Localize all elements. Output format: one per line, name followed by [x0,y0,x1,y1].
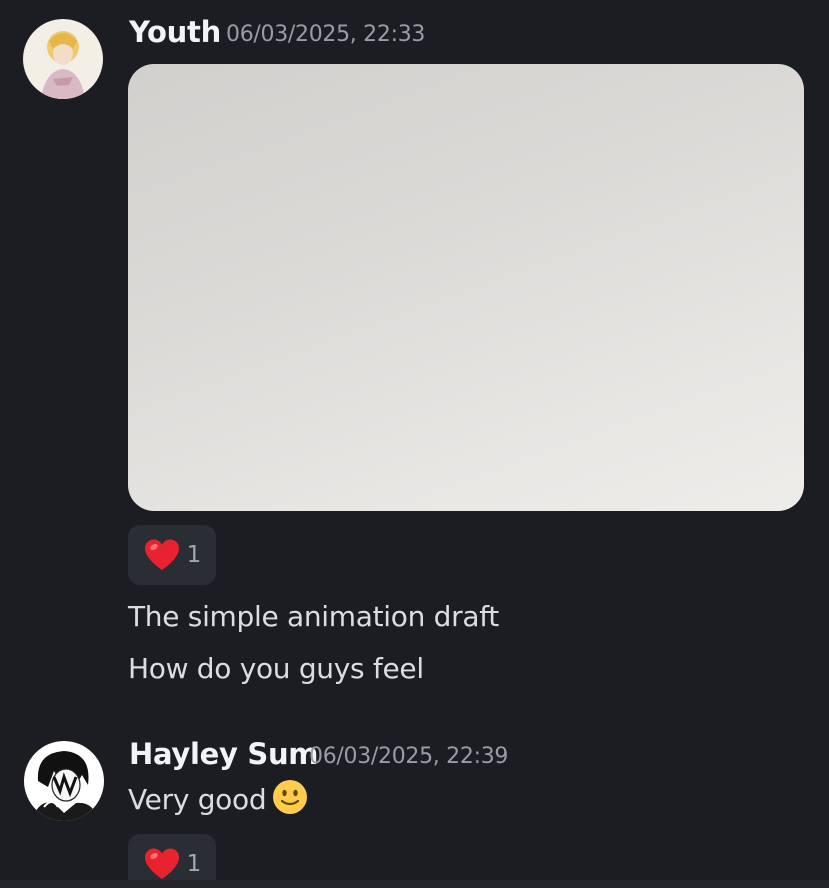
avatar-youth[interactable] [23,19,103,99]
username[interactable]: Youth [129,15,221,49]
reaction-heart-button[interactable]: 1 [128,525,216,585]
image-attachment[interactable] [128,64,804,511]
username[interactable]: Hayley Sum [129,737,319,771]
avatar-hayley[interactable] [24,741,104,821]
reaction-count: 1 [186,542,202,568]
timestamp: 06/03/2025, 22:39 [309,744,509,769]
reaction-count: 1 [186,851,202,877]
message-text-line: How do you guys feel [128,652,424,685]
heart-icon [144,848,179,879]
message-text-content: Very good [128,783,267,816]
avatar-youth-illustration [23,19,103,99]
bottom-divider [0,880,829,888]
chat-screen: Youth 06/03/2025, 22:33 1 The simple ani… [0,0,829,888]
slight-smile-icon [273,780,308,814]
timestamp: 06/03/2025, 22:33 [226,22,426,47]
avatar-hayley-illustration [24,741,104,821]
heart-icon [144,539,179,570]
message-text: Very good [128,779,308,816]
message-text-line: The simple animation draft [128,600,499,633]
